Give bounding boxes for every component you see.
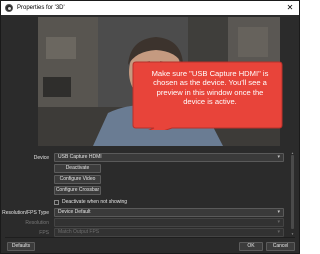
ok-button[interactable]: OK <box>239 242 263 251</box>
cancel-button[interactable]: Cancel <box>266 242 295 251</box>
deactivate-button[interactable]: Deactivate <box>54 164 101 173</box>
defaults-button[interactable]: Defaults <box>7 242 35 251</box>
device-select-value: USB Capture HDMI <box>58 154 102 160</box>
chevron-down-icon: ▾ <box>277 219 280 225</box>
resolution-fps-type-label: Resolution/FPS Type <box>2 210 49 216</box>
footer-divider <box>5 237 295 238</box>
close-icon[interactable]: ✕ <box>285 3 295 13</box>
resolution-fps-type-value: Device Default <box>58 209 91 215</box>
callout-text: Make sure "USB Capture HDMI" is chosen a… <box>151 69 269 107</box>
device-label: Device <box>33 155 49 161</box>
device-select[interactable]: USB Capture HDMI ▾ <box>54 153 284 162</box>
fps-value: Match Output FPS <box>58 229 100 235</box>
properties-scrollbar[interactable]: ▲ ▼ <box>290 151 295 236</box>
obs-icon <box>5 4 13 12</box>
chevron-down-icon: ▾ <box>277 209 280 215</box>
scroll-down-icon[interactable]: ▼ <box>290 232 295 236</box>
resolution-label: Resolution <box>25 220 49 226</box>
window-title: Properties for '3D' <box>17 5 65 11</box>
resolution-select: ▾ <box>54 218 284 227</box>
properties-dialog: Properties for '3D' ✕ Make sure "USB Cap… <box>0 0 300 254</box>
chevron-down-icon: ▾ <box>277 154 280 160</box>
chevron-down-icon: ▾ <box>277 229 280 235</box>
deactivate-when-not-showing-row[interactable]: Deactivate when not showing <box>54 199 127 205</box>
deactivate-when-not-showing-checkbox[interactable] <box>54 199 59 205</box>
deactivate-when-not-showing-label: Deactivate when not showing <box>62 199 128 205</box>
resolution-fps-type-select[interactable]: Device Default ▾ <box>54 208 284 217</box>
instruction-callout: Make sure "USB Capture HDMI" is chosen a… <box>132 61 283 130</box>
scroll-thumb[interactable] <box>291 155 294 229</box>
title-bar: Properties for '3D' ✕ <box>1 1 299 15</box>
fps-select: Match Output FPS ▾ <box>54 228 284 237</box>
configure-crossbar-button[interactable]: Configure Crossbar <box>54 186 101 195</box>
fps-label: FPS <box>39 230 49 236</box>
configure-video-button[interactable]: Configure Video <box>54 175 101 184</box>
